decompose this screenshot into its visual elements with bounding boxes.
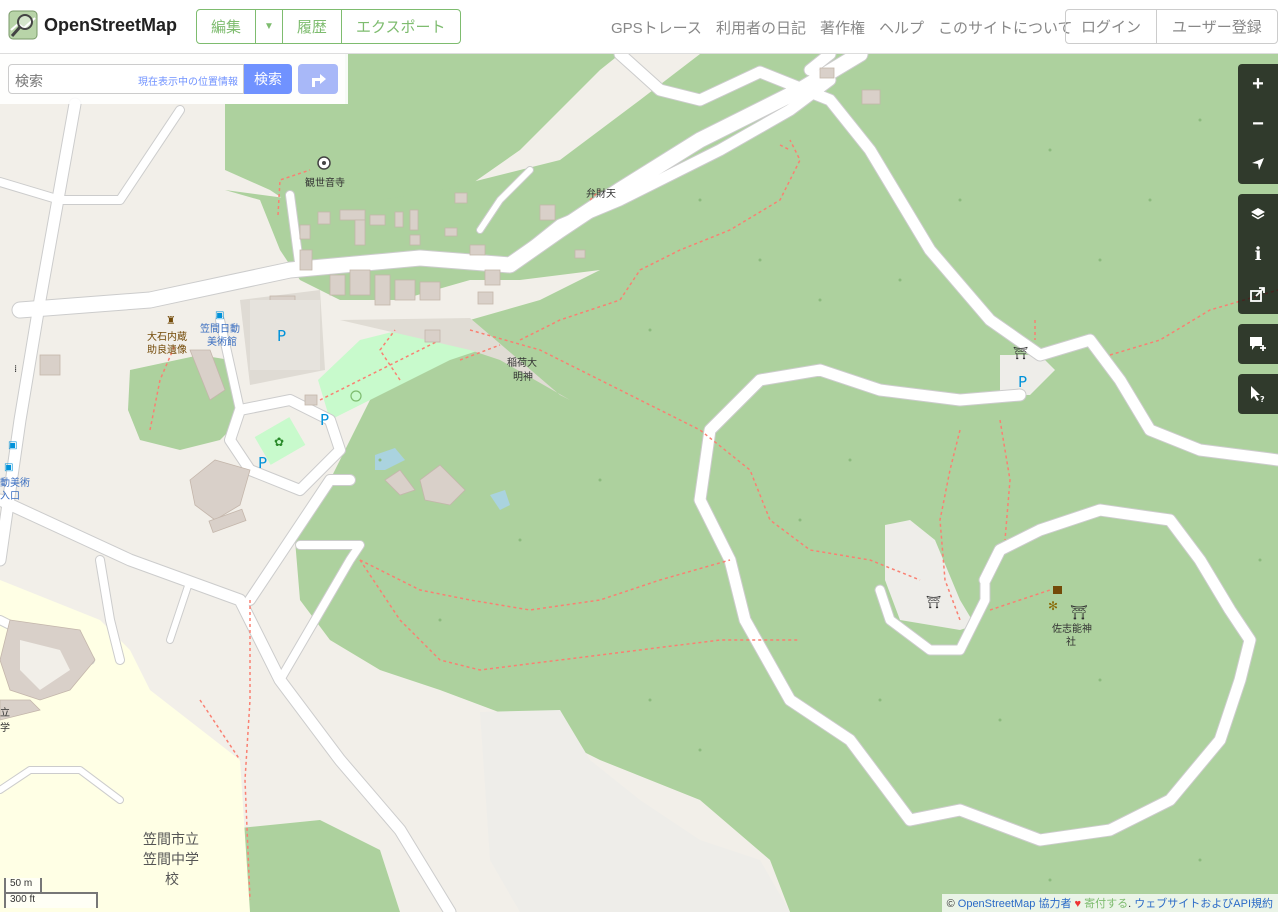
terms-link[interactable]: ウェブサイトおよびAPI規約	[1134, 898, 1273, 910]
nav-copyright[interactable]: 著作権	[820, 17, 865, 38]
brand-name: OpenStreetMap	[44, 14, 178, 35]
note-controls	[1238, 324, 1278, 364]
logo[interactable]: OpenStreetMap	[8, 10, 177, 40]
scale-imperial: 300 ft	[4, 892, 98, 908]
label-edge-museum: 動美術	[0, 476, 30, 489]
nav-gps-traces[interactable]: GPSトレース	[611, 17, 702, 38]
viewpoint-icon	[1053, 586, 1062, 594]
nav-help[interactable]: ヘルプ	[879, 17, 924, 38]
monument-icon: ♜	[166, 314, 176, 327]
contributors-link[interactable]: 協力者	[1038, 898, 1071, 910]
bus-stop-icon: ▣	[215, 310, 224, 321]
label-benzaiten: 弁財天	[586, 187, 616, 200]
search-panel: 検索 現在表示中の位置情報 検索	[0, 54, 348, 104]
layers-icon[interactable]	[1238, 194, 1278, 234]
donate-link[interactable]: 寄付する	[1084, 898, 1128, 910]
locate-icon[interactable]	[1238, 144, 1278, 184]
edit-button-group: 編集 ▼ 履歴 エクスポート	[196, 9, 461, 44]
bus-stop-icon: ▣	[4, 462, 13, 473]
map-tiles: ⛩ ✻ ♜ ▣ ▣ ▣ ⁞ ⛩ ⛩ ✿ P P P P 観世音寺 弁財天 大石内…	[0, 54, 1278, 912]
nav-diaries[interactable]: 利用者の日記	[716, 17, 806, 38]
zoom-out-icon[interactable]: −	[1238, 104, 1278, 144]
zoom-in-icon[interactable]: +	[1238, 64, 1278, 104]
zoom-controls: + −	[1238, 64, 1278, 184]
flower-icon: ✻	[1048, 599, 1058, 613]
nav-about[interactable]: このサイトについて	[938, 17, 1073, 38]
label-museum-line2: 美術館	[207, 335, 237, 348]
signup-button[interactable]: ユーザー登録	[1157, 10, 1277, 43]
label-oishi-line1: 大石内蔵	[147, 330, 187, 343]
shrine-gate-icon: ⛩	[1070, 605, 1088, 621]
label-oishi-line2: 助良遺像	[147, 343, 187, 356]
share-icon[interactable]	[1238, 274, 1278, 314]
copyright-symbol: ©	[946, 898, 955, 910]
shrine-icon: ⛩	[1013, 346, 1028, 360]
panel-controls: ℹ	[1238, 194, 1278, 314]
map-controls: + − ℹ ?	[1238, 64, 1278, 424]
nav-links: GPSトレース 利用者の日記 著作権 ヘルプ このサイトについて	[611, 0, 1073, 54]
auth-button-group: ログイン ユーザー登録	[1065, 9, 1278, 44]
label-school-line1: 笠間市立	[143, 831, 199, 848]
edit-dropdown-caret-icon[interactable]: ▼	[256, 10, 283, 43]
search-button[interactable]: 検索	[244, 64, 292, 94]
history-button[interactable]: 履歴	[283, 10, 342, 43]
label-school-line2: 笠間中学	[143, 852, 199, 868]
where-am-i-link[interactable]: 現在表示中の位置情報	[138, 73, 238, 88]
query-controls: ?	[1238, 374, 1278, 414]
heart-icon: ♥	[1074, 898, 1082, 910]
bus-stop-icon: ▣	[8, 440, 17, 451]
label-edge-school2: 学	[0, 721, 10, 734]
search-input[interactable]: 検索 現在表示中の位置情報	[8, 64, 244, 94]
parking-label: P	[320, 411, 329, 429]
osm-logo-icon	[8, 10, 38, 40]
parking-label: P	[277, 327, 286, 345]
export-button[interactable]: エクスポート	[342, 10, 460, 43]
directions-icon	[312, 74, 326, 87]
label-sashino-line1: 佐志能神	[1052, 622, 1092, 635]
garden-icon: ✿	[274, 435, 284, 449]
scale-bar: 50 m 300 ft	[4, 878, 98, 908]
shrine-icon: ⛩	[926, 595, 941, 609]
label-sashino-line2: 社	[1066, 635, 1076, 648]
traffic-signal-icon: ⁞	[14, 364, 17, 375]
label-museum-line1: 笠間日動	[200, 322, 240, 335]
search-placeholder: 検索	[15, 73, 43, 89]
parking-label: P	[1018, 373, 1027, 391]
attribution-separator: .	[1128, 898, 1132, 910]
edit-button[interactable]: 編集	[197, 10, 257, 43]
svg-text:?: ?	[1260, 395, 1265, 403]
query-features-icon[interactable]: ?	[1238, 374, 1278, 414]
login-button[interactable]: ログイン	[1066, 10, 1158, 43]
map-canvas[interactable]: ⛩ ✻ ♜ ▣ ▣ ▣ ⁞ ⛩ ⛩ ✿ P P P P 観世音寺 弁財天 大石内…	[0, 54, 1278, 912]
directions-button[interactable]	[298, 64, 338, 94]
add-note-icon[interactable]	[1238, 324, 1278, 364]
label-edge-entrance: 入口	[0, 491, 20, 502]
header: OpenStreetMap 編集 ▼ 履歴 エクスポート GPSトレース 利用者…	[0, 0, 1278, 54]
label-inari-line1: 稲荷大	[507, 356, 537, 369]
info-icon[interactable]: ℹ	[1238, 234, 1278, 274]
attribution: © OpenStreetMap 協力者 ♥ 寄付する. ウェブサイトおよびAPI…	[941, 894, 1278, 912]
parking-label: P	[258, 454, 267, 472]
forest-area	[128, 355, 240, 450]
label-inari-line2: 明神	[513, 370, 533, 383]
label-edge-school: 立	[0, 706, 10, 719]
label-kanzeonji: 観世音寺	[305, 176, 345, 189]
label-school-line3: 校	[165, 871, 179, 888]
osm-link[interactable]: OpenStreetMap	[958, 898, 1036, 910]
